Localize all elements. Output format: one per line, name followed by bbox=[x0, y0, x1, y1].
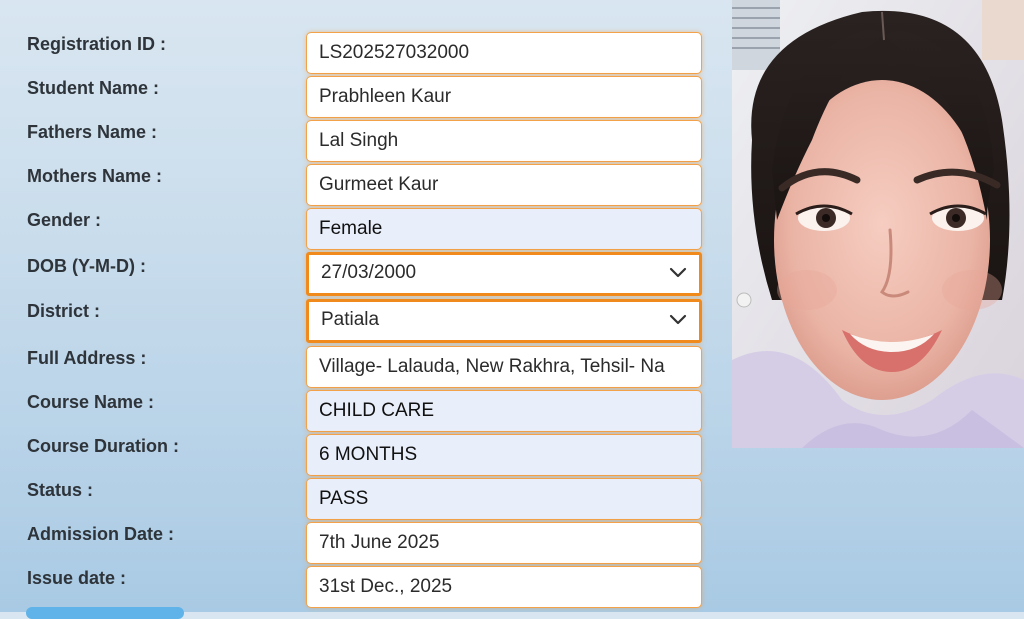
registration-id-field[interactable]: LS202527032000 bbox=[306, 32, 702, 74]
row-issue-date: Issue date : 31st Dec., 2025 bbox=[0, 566, 730, 610]
row-status: Status : PASS bbox=[0, 478, 730, 522]
row-registration-id: Registration ID : LS202527032000 bbox=[0, 32, 730, 76]
row-course-duration: Course Duration : 6 MONTHS bbox=[0, 434, 730, 478]
admission-date-label: Admission Date : bbox=[27, 524, 175, 544]
chevron-down-icon bbox=[669, 267, 687, 278]
student-name-field[interactable]: Prabhleen Kaur bbox=[306, 76, 702, 118]
full-address-field[interactable]: Village- Lalauda, New Rakhra, Tehsil- Na bbox=[306, 346, 702, 388]
row-course-name: Course Name : CHILD CARE bbox=[0, 390, 730, 434]
chevron-down-icon bbox=[669, 314, 687, 325]
course-name-label: Course Name : bbox=[27, 392, 155, 412]
dob-label: DOB (Y-M-D) : bbox=[27, 256, 146, 276]
issue-date-label: Issue date : bbox=[27, 568, 127, 588]
row-admission-date: Admission Date : 7th June 2025 bbox=[0, 522, 730, 566]
student-photo bbox=[732, 0, 1024, 448]
student-name-label: Student Name : bbox=[27, 78, 160, 98]
district-value: Patiala bbox=[321, 309, 380, 330]
issue-date-field[interactable]: 31st Dec., 2025 bbox=[306, 566, 702, 608]
mothers-name-label: Mothers Name : bbox=[27, 166, 163, 186]
registration-id-label: Registration ID : bbox=[27, 34, 167, 54]
district-label: District : bbox=[27, 301, 101, 321]
row-fathers-name: Fathers Name : Lal Singh bbox=[0, 120, 730, 164]
bottom-button-edge[interactable] bbox=[26, 607, 184, 619]
dob-value: 27/03/2000 bbox=[321, 262, 417, 283]
row-student-name: Student Name : Prabhleen Kaur bbox=[0, 76, 730, 120]
course-name-field[interactable]: CHILD CARE bbox=[306, 390, 702, 432]
student-details-form: Registration ID : LS202527032000 Student… bbox=[0, 0, 730, 619]
mothers-name-field[interactable]: Gurmeet Kaur bbox=[306, 164, 702, 206]
row-gender: Gender : Female bbox=[0, 208, 730, 252]
portrait-illustration bbox=[732, 0, 1024, 448]
status-label: Status : bbox=[27, 480, 94, 500]
row-full-address: Full Address : Village- Lalauda, New Rak… bbox=[0, 346, 730, 390]
course-duration-label: Course Duration : bbox=[27, 436, 180, 456]
gender-label: Gender : bbox=[27, 210, 102, 230]
status-field[interactable]: PASS bbox=[306, 478, 702, 520]
admission-date-field[interactable]: 7th June 2025 bbox=[306, 522, 702, 564]
fathers-name-field[interactable]: Lal Singh bbox=[306, 120, 702, 162]
dob-select[interactable]: 27/03/2000 bbox=[306, 252, 702, 296]
gender-field[interactable]: Female bbox=[306, 208, 702, 250]
row-dob: DOB (Y-M-D) : 27/03/2000 bbox=[0, 252, 730, 296]
full-address-label: Full Address : bbox=[27, 348, 147, 368]
row-district: District : Patiala bbox=[0, 299, 730, 343]
district-select[interactable]: Patiala bbox=[306, 299, 702, 343]
row-mothers-name: Mothers Name : Gurmeet Kaur bbox=[0, 164, 730, 208]
course-duration-field[interactable]: 6 MONTHS bbox=[306, 434, 702, 476]
fathers-name-label: Fathers Name : bbox=[27, 122, 158, 142]
